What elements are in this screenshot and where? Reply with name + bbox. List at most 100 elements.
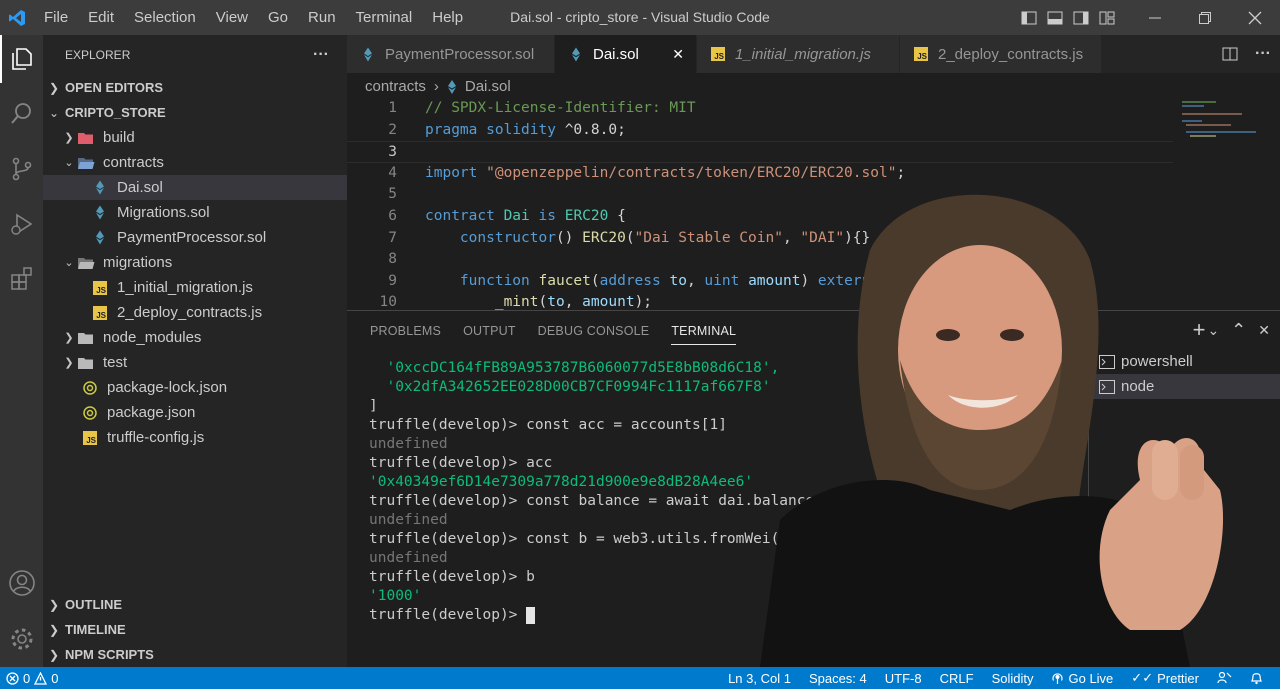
panel-tab-debug-console[interactable]: DEBUG CONSOLE xyxy=(538,316,650,344)
prettier-status[interactable]: ✓✓ Prettier xyxy=(1122,670,1208,686)
chevron-down-icon: ⌄ xyxy=(64,157,74,169)
tree-file[interactable]: PaymentProcessor.sol xyxy=(43,225,347,250)
code-token: to xyxy=(547,294,565,310)
menu-help[interactable]: Help xyxy=(422,0,473,35)
terminal-cursor xyxy=(526,606,536,624)
minimize-button[interactable] xyxy=(1130,0,1180,35)
solidity-file-icon xyxy=(91,230,109,246)
encoding[interactable]: UTF-8 xyxy=(876,671,931,686)
line-number: 6 xyxy=(388,207,397,224)
close-window-button[interactable] xyxy=(1230,0,1280,35)
toggle-secondary-sidebar-icon[interactable] xyxy=(1068,0,1094,35)
tab-label: 1_initial_migration.js xyxy=(735,45,871,63)
close-tab-icon[interactable]: ✕ xyxy=(672,46,684,63)
tree-folder[interactable]: ⌄ contracts xyxy=(43,150,347,175)
code-token: _mint xyxy=(494,294,539,310)
tree-item-label: 1_initial_migration.js xyxy=(117,279,253,296)
tree-file[interactable]: Dai.sol xyxy=(43,175,347,200)
warning-count: 0 xyxy=(51,670,59,686)
tree-file[interactable]: package.json xyxy=(43,400,347,425)
problems-status[interactable]: 0 0 xyxy=(0,671,58,686)
tree-item-label: contracts xyxy=(103,154,164,171)
timeline-label: TIMELINE xyxy=(65,622,126,637)
javascript-file-icon: JS xyxy=(912,46,930,62)
editor-tab[interactable]: Dai.sol ✕ xyxy=(555,35,697,73)
code-token: ( xyxy=(538,294,548,310)
account-icon[interactable] xyxy=(0,559,43,607)
tree-file[interactable]: Migrations.sol xyxy=(43,200,347,225)
panel-tab-output[interactable]: OUTPUT xyxy=(463,316,516,344)
tree-folder[interactable]: ❯ test xyxy=(43,350,347,375)
code-line: 3 xyxy=(347,141,1173,163)
code-token: pragma xyxy=(425,121,478,138)
split-editor-icon[interactable] xyxy=(1214,46,1246,62)
cursor-position[interactable]: Ln 3, Col 1 xyxy=(719,671,800,686)
panel-tab-terminal[interactable]: TERMINAL xyxy=(671,316,737,345)
line-number: 1 xyxy=(388,100,397,116)
editor-tab[interactable]: PaymentProcessor.sol xyxy=(347,35,555,73)
code-token: faucet xyxy=(538,272,591,289)
project-section[interactable]: ⌄ CRIPTO_STORE xyxy=(43,100,347,125)
menu-terminal[interactable]: Terminal xyxy=(346,0,423,35)
customize-layout-icon[interactable] xyxy=(1094,0,1120,35)
indentation[interactable]: Spaces: 4 xyxy=(800,671,876,686)
tree-item-label: truffle-config.js xyxy=(107,429,205,446)
tree-file[interactable]: JS 2_deploy_contracts.js xyxy=(43,300,347,325)
feedback-icon[interactable] xyxy=(1208,671,1241,685)
tree-folder[interactable]: ⌄ migrations xyxy=(43,250,347,275)
toggle-panel-icon[interactable] xyxy=(1042,0,1068,35)
status-bar: 0 0 Ln 3, Col 1 Spaces: 4 UTF-8 CRLF Sol… xyxy=(0,667,1280,689)
breadcrumb-file[interactable]: Dai.sol xyxy=(465,78,511,95)
menu-file[interactable]: File xyxy=(34,0,78,35)
editor-tab[interactable]: JS 1_initial_migration.js xyxy=(697,35,900,73)
tree-file[interactable]: JS 1_initial_migration.js xyxy=(43,275,347,300)
title-bar: File Edit Selection View Go Run Terminal Help D… xyxy=(0,0,1280,35)
chevron-down-icon: ⌄ xyxy=(64,257,74,269)
settings-gear-icon[interactable] xyxy=(0,615,43,663)
go-live-button[interactable]: Go Live xyxy=(1042,671,1122,686)
code-token: address xyxy=(599,272,661,289)
javascript-file-icon: JS xyxy=(81,430,99,446)
code-token: // SPDX-License-Identifier: MIT xyxy=(425,100,696,116)
chevron-right-icon: ❯ xyxy=(49,647,60,662)
extensions-icon[interactable] xyxy=(0,255,43,303)
menu-go[interactable]: Go xyxy=(258,0,298,35)
more-actions-icon[interactable]: ··· xyxy=(313,46,329,64)
menu-view[interactable]: View xyxy=(206,0,258,35)
line-ending[interactable]: CRLF xyxy=(931,671,983,686)
notifications-bell-icon[interactable] xyxy=(1241,671,1272,685)
search-icon[interactable] xyxy=(0,90,43,138)
more-actions-icon[interactable]: ··· xyxy=(1246,45,1280,63)
line-number: 7 xyxy=(388,229,397,246)
code-token: ERC20 xyxy=(564,207,609,224)
tree-file[interactable]: package-lock.json xyxy=(43,375,347,400)
breadcrumb: contracts › Dai.sol xyxy=(347,73,511,100)
tree-folder[interactable]: ❯ build xyxy=(43,125,347,150)
panel-tab-problems[interactable]: PROBLEMS xyxy=(370,316,441,344)
timeline-section[interactable]: ❯ TIMELINE xyxy=(43,617,347,642)
menu-run[interactable]: Run xyxy=(298,0,346,35)
menu-edit[interactable]: Edit xyxy=(78,0,124,35)
tree-item-label: 2_deploy_contracts.js xyxy=(117,304,263,321)
warning-icon xyxy=(34,671,48,685)
run-debug-icon[interactable] xyxy=(0,200,43,248)
npm-scripts-section[interactable]: ❯ NPM SCRIPTS xyxy=(43,642,347,667)
toggle-primary-sidebar-icon[interactable] xyxy=(1016,0,1042,35)
outline-section[interactable]: ❯ OUTLINE xyxy=(43,592,347,617)
menu-selection[interactable]: Selection xyxy=(124,0,206,35)
chevron-right-icon: ❯ xyxy=(64,332,74,344)
code-token: ( xyxy=(590,272,600,289)
source-control-icon[interactable] xyxy=(0,145,43,193)
breadcrumb-folder[interactable]: contracts xyxy=(365,78,426,95)
editor-tab[interactable]: JS 2_deploy_contracts.js xyxy=(900,35,1102,73)
files-icon[interactable] xyxy=(0,35,43,83)
tree-folder[interactable]: ❯ node_modules xyxy=(43,325,347,350)
open-editors-section[interactable]: ❯ OPEN EDITORS xyxy=(43,75,347,100)
code-token: amount xyxy=(582,294,635,310)
restore-button[interactable] xyxy=(1180,0,1230,35)
language-mode[interactable]: Solidity xyxy=(983,671,1043,686)
solidity-file-icon xyxy=(91,180,109,196)
tree-file[interactable]: JS truffle-config.js xyxy=(43,425,347,450)
